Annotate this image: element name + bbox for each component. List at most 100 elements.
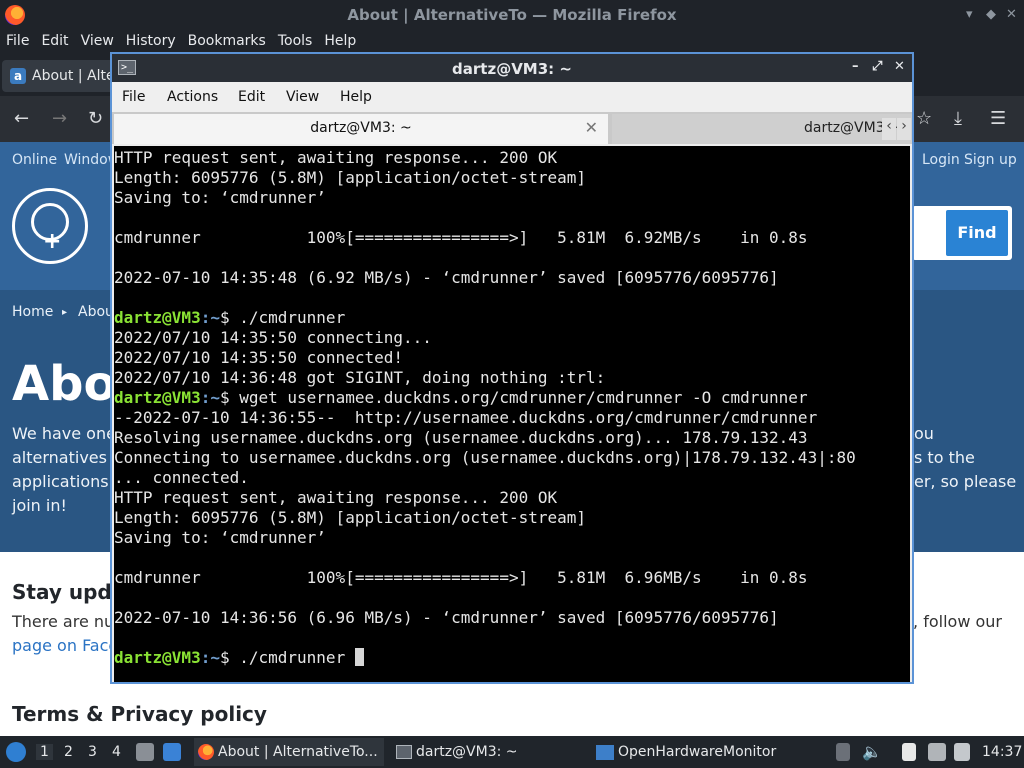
menu-history[interactable]: History <box>120 30 182 49</box>
hamburger-menu-icon[interactable]: ☰ <box>990 108 1006 129</box>
terminal-line: HTTP request sent, awaiting response... … <box>114 148 910 168</box>
logo-plus-icon: + <box>43 229 62 254</box>
start-menu-icon[interactable] <box>6 742 26 762</box>
terminal-line-text: 2022/07/10 14:36:48 got SIGINT, doing no… <box>114 368 606 387</box>
terminal-line: Resolving usernamee.duckdns.org (usernam… <box>114 428 910 448</box>
terminal-tabbar: dartz@VM3: ~ ✕ dartz@VM3: ~ ‹ › <box>112 112 912 144</box>
terminal-line: Length: 6095776 (5.8M) [application/octe… <box>114 508 910 528</box>
signup-link[interactable]: Sign up <box>964 152 1017 168</box>
taskbar: 1 2 3 4 About | AlternativeTo... dartz@V… <box>0 736 1024 768</box>
firefox-menubar: File Edit View History Bookmarks Tools Help <box>0 30 1024 54</box>
menu-edit[interactable]: Edit <box>35 30 74 49</box>
terminal-line: Saving to: ‘cmdrunner’ <box>114 528 910 548</box>
terminal-line-text: Connecting to usernamee.duckdns.org (use… <box>114 448 856 467</box>
terminal-line: 2022-07-10 14:35:48 (6.92 MB/s) - ‘cmdru… <box>114 268 910 288</box>
terminal-tab-2[interactable]: dartz@VM3: ~ ‹ › <box>612 114 912 144</box>
stay-updated-heading: Stay upda <box>12 580 126 604</box>
breadcrumb-separator-icon: ▸ <box>62 307 68 318</box>
reload-icon[interactable]: ↻ <box>88 108 103 129</box>
firefox-titlebar: About | AlternativeTo — Mozilla Firefox … <box>0 0 1024 30</box>
tab-scroll-left-icon[interactable]: ‹ <box>882 118 896 140</box>
maximize-icon[interactable]: ◆ <box>986 7 996 22</box>
menu-actions[interactable]: Actions <box>167 89 218 105</box>
scroll-indicator-icon <box>836 743 850 761</box>
task-firefox[interactable]: About | AlternativeTo... <box>194 738 384 766</box>
terminal-window[interactable]: >_ dartz@VM3: ~ – ⤢ ✕ File Actions Edit … <box>110 52 914 684</box>
terminal-menubar: File Actions Edit View Help <box>112 82 912 112</box>
clipboard-icon[interactable] <box>902 743 916 761</box>
firefox-window-title: About | AlternativeTo — Mozilla Firefox <box>347 6 677 24</box>
terminal-line: --2022-07-10 14:36:55-- http://usernamee… <box>114 408 910 428</box>
downloads-icon[interactable]: ⤓ <box>954 108 962 129</box>
terminal-window-title: dartz@VM3: ~ <box>452 60 572 78</box>
terminal-line: Connecting to usernamee.duckdns.org (use… <box>114 448 910 468</box>
menu-bookmarks[interactable]: Bookmarks <box>182 30 272 49</box>
terminal-line-text: 2022-07-10 14:36:56 (6.96 MB/s) - ‘cmdru… <box>114 608 779 627</box>
prompt-user: dartz@VM3 <box>114 388 201 407</box>
terminal-line-text: Saving to: ‘cmdrunner’ <box>114 528 326 547</box>
menu-view[interactable]: View <box>286 89 319 105</box>
maximize-icon[interactable]: ⤢ <box>872 59 882 74</box>
alternativeto-logo[interactable]: + <box>12 188 88 264</box>
terminal-line: 2022-07-10 14:36:56 (6.96 MB/s) - ‘cmdru… <box>114 608 910 628</box>
breadcrumb-home[interactable]: Home <box>12 304 53 320</box>
prompt-path: :~ <box>200 648 220 667</box>
terminal-line: cmdrunner 100%[================>] 5.81M … <box>114 568 910 588</box>
back-arrow-icon[interactable]: ← <box>14 108 29 129</box>
menu-help[interactable]: Help <box>318 30 362 49</box>
terminal-tab-1[interactable]: dartz@VM3: ~ ✕ <box>114 114 608 144</box>
terminal-line-text: Length: 6095776 (5.8M) [application/octe… <box>114 508 587 527</box>
alternativeto-favicon-icon: a <box>10 68 26 84</box>
link-online[interactable]: Online <box>12 152 57 168</box>
menu-view[interactable]: View <box>75 30 120 49</box>
forward-arrow-icon[interactable]: → <box>52 108 67 129</box>
updates-icon[interactable] <box>954 743 970 761</box>
show-desktop-icon[interactable] <box>163 743 181 761</box>
menu-tools[interactable]: Tools <box>272 30 319 49</box>
hero-text-line: join in! <box>12 496 67 515</box>
clock: 14:37 <box>982 744 1023 760</box>
terminal-line-text: ... connected. <box>114 468 249 487</box>
menu-file[interactable]: File <box>122 89 145 105</box>
terminal-line: HTTP request sent, awaiting response... … <box>114 488 910 508</box>
menu-edit[interactable]: Edit <box>238 89 265 105</box>
menu-help[interactable]: Help <box>340 89 372 105</box>
workspace-1[interactable]: 1 <box>36 744 53 760</box>
menu-file[interactable]: File <box>0 30 35 49</box>
volume-icon[interactable]: 🔈 <box>862 742 882 761</box>
tab-alternativeto[interactable]: a About | Alte <box>2 60 120 92</box>
task-label: About | AlternativeTo... <box>218 744 378 760</box>
tab-scroll-right-icon[interactable]: › <box>897 118 911 140</box>
terminal-line: Length: 6095776 (5.8M) [application/octe… <box>114 168 910 188</box>
login-link[interactable]: Login <box>922 152 960 168</box>
workspace-2[interactable]: 2 <box>64 744 73 760</box>
close-icon[interactable]: ✕ <box>1006 7 1017 22</box>
terminal-line-text: HTTP request sent, awaiting response... … <box>114 488 558 507</box>
terminal-line: dartz@VM3:~$ ./cmdrunner <box>114 308 910 328</box>
task-label: OpenHardwareMonitor <box>618 744 777 760</box>
task-openhardwaremonitor[interactable]: OpenHardwareMonitor <box>594 738 824 766</box>
tab-close-icon[interactable]: ✕ <box>585 118 598 137</box>
terminal-line-text: Saving to: ‘cmdrunner’ <box>114 188 326 207</box>
minimize-icon[interactable]: – <box>852 59 859 74</box>
task-label: dartz@VM3: ~ <box>416 744 518 760</box>
network-icon[interactable] <box>928 743 946 761</box>
terminal-line: ... connected. <box>114 468 910 488</box>
find-button[interactable]: Find <box>946 210 1008 256</box>
task-terminal[interactable]: dartz@VM3: ~ <box>392 738 588 766</box>
terminal-line-text: $ ./cmdrunner <box>219 308 346 327</box>
terminal-line-text: 2022-07-10 14:35:48 (6.92 MB/s) - ‘cmdru… <box>114 268 779 287</box>
close-icon[interactable]: ✕ <box>894 59 905 74</box>
prompt-user: dartz@VM3 <box>114 308 201 327</box>
workspace-3[interactable]: 3 <box>88 744 97 760</box>
terminal-output[interactable]: HTTP request sent, awaiting response... … <box>114 146 910 682</box>
terminal-line-text: cmdrunner 100%[================>] 5.81M … <box>114 568 808 587</box>
terminal-titlebar[interactable]: >_ dartz@VM3: ~ – ⤢ ✕ <box>112 54 912 82</box>
file-manager-icon[interactable] <box>136 743 154 761</box>
workspace-4[interactable]: 4 <box>112 744 121 760</box>
bookmark-star-icon[interactable]: ☆ <box>916 108 932 129</box>
minimize-icon[interactable]: ▾ <box>966 7 973 22</box>
